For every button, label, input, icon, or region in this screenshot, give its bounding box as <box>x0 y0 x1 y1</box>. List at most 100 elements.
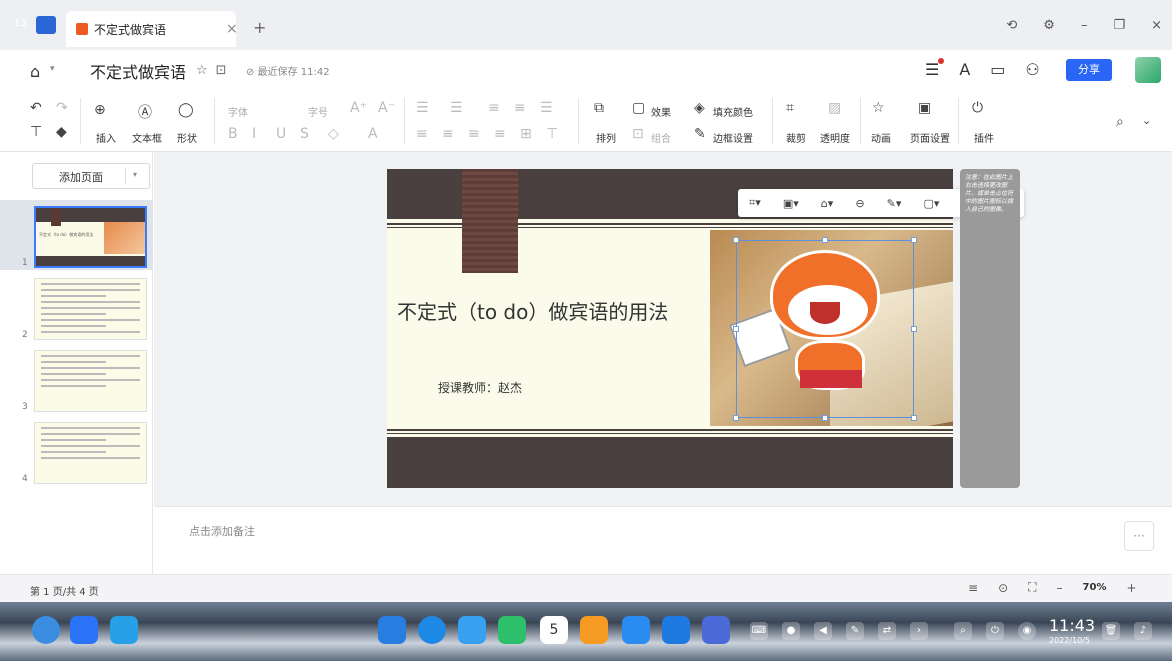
share-button[interactable]: 分享 <box>1066 59 1112 81</box>
app-logo-icon[interactable] <box>36 16 56 34</box>
selection-box[interactable] <box>733 237 917 421</box>
font-color-icon[interactable]: A <box>368 126 378 142</box>
align-center-icon[interactable]: ≡ <box>442 126 454 142</box>
border-icon[interactable]: ✎▾ <box>887 197 902 210</box>
indent-decrease-icon[interactable]: ≡ <box>488 100 500 116</box>
distribute-icon[interactable]: ⊞ <box>520 126 532 142</box>
minimize-icon[interactable]: – <box>1081 18 1088 33</box>
search-icon[interactable]: ⌕ <box>1116 114 1124 130</box>
notes-placeholder[interactable]: 点击添加备注 <box>189 523 255 539</box>
trash-icon[interactable]: 🗑 <box>1102 622 1120 640</box>
browser-icon[interactable] <box>418 616 446 644</box>
close-window-icon[interactable]: × <box>1151 18 1162 33</box>
fill-color-button[interactable]: 填充颜色 <box>713 104 753 119</box>
resize-handle[interactable] <box>822 415 828 421</box>
justify-icon[interactable]: ≡ <box>494 126 506 142</box>
clock-date[interactable]: 2022/10/5 <box>1049 636 1090 645</box>
more-options-button[interactable]: ··· <box>1124 521 1154 551</box>
effect-button[interactable]: 效果 <box>651 104 671 119</box>
text-style-icon[interactable]: A <box>959 60 970 79</box>
font-size-select[interactable]: 字号 <box>308 104 328 119</box>
group-button[interactable]: 组合 <box>651 130 671 145</box>
expand-tray-icon[interactable]: › <box>910 622 928 640</box>
increase-font-icon[interactable]: A⁺ <box>350 100 367 116</box>
add-collaborator-icon[interactable]: ⚇ <box>1025 60 1039 79</box>
undo-icon[interactable]: ↶ <box>30 100 42 116</box>
settings-icon[interactable]: ⚙ <box>1043 18 1055 33</box>
plugin-icon[interactable]: ⏻ <box>972 100 983 116</box>
search-icon[interactable]: ⌕ <box>954 622 972 640</box>
strikethrough-icon[interactable]: S <box>300 126 309 142</box>
vertical-align-icon[interactable]: ⊤ <box>546 126 558 142</box>
file-manager-icon[interactable] <box>378 616 406 644</box>
align-left-icon[interactable]: ≡ <box>416 126 428 142</box>
effect-icon[interactable]: ▢ <box>632 100 645 116</box>
bullet-list-icon[interactable]: ☰ <box>416 100 429 116</box>
present-icon[interactable]: ▭ <box>990 60 1005 79</box>
crop-icon[interactable]: ⌗▾ <box>749 196 761 210</box>
resize-handle[interactable] <box>733 237 739 243</box>
shape-icon[interactable]: ◯ <box>178 102 194 118</box>
settings-icon[interactable] <box>622 616 650 644</box>
bold-icon[interactable]: B <box>228 126 238 142</box>
resize-handle[interactable] <box>733 415 739 421</box>
image-viewer-icon[interactable] <box>458 616 486 644</box>
pin-app-icon[interactable] <box>662 616 690 644</box>
calendar-icon[interactable]: 5 <box>540 616 568 644</box>
assistant-icon[interactable]: ◉ <box>1018 622 1036 640</box>
notes-toggle-icon[interactable]: ≡ <box>968 581 978 595</box>
document-title[interactable]: 不定式做宾语 <box>90 59 186 83</box>
thumbnail-row-3[interactable]: 3 <box>0 344 153 414</box>
replace-picture-icon[interactable]: ▣▾ <box>783 197 799 210</box>
fit-to-window-icon[interactable]: ⛶ <box>1028 580 1036 595</box>
insert-button[interactable]: 插入 <box>96 130 116 145</box>
slide-teacher[interactable]: 授课教师：赵杰 <box>438 379 522 396</box>
zoom-out-button[interactable]: – <box>1057 581 1063 595</box>
slide-thumbnail[interactable] <box>34 278 147 340</box>
indent-increase-icon[interactable]: ≡ <box>514 100 526 116</box>
power-icon[interactable]: ⏻ <box>986 622 1004 640</box>
collapse-ribbon-icon[interactable]: ⌄ <box>1142 114 1151 127</box>
picture-frame-icon[interactable]: ⌂▾ <box>821 197 834 210</box>
fill-color-icon[interactable]: ◈ <box>694 100 705 116</box>
textbox-button[interactable]: 文本框 <box>132 130 162 145</box>
italic-icon[interactable]: I <box>252 126 256 142</box>
zoom-in-button[interactable]: + <box>1126 581 1136 595</box>
crop-button[interactable]: 裁剪 <box>786 130 806 145</box>
launcher-icon[interactable] <box>32 616 60 644</box>
export-icon[interactable]: ⊡ <box>216 63 227 78</box>
border-icon[interactable]: ✎ <box>694 126 706 142</box>
star-icon[interactable]: ☆ <box>196 63 208 78</box>
slide-thumbnail[interactable] <box>34 350 147 412</box>
arrange-button[interactable]: 排列 <box>596 130 616 145</box>
plugin-button[interactable]: 插件 <box>974 130 994 145</box>
arrange-icon[interactable]: ⧉ <box>594 100 604 116</box>
transparency-button[interactable]: 透明度 <box>820 130 850 145</box>
notification-bell-icon[interactable]: ♪ <box>1134 622 1152 640</box>
home-menu-caret-icon[interactable]: ▾ <box>50 64 55 74</box>
app-store-icon[interactable] <box>580 616 608 644</box>
underline-icon[interactable]: U <box>276 126 286 142</box>
zoom-level[interactable]: 70% <box>1083 582 1107 593</box>
slide-thumbnail[interactable] <box>34 422 147 484</box>
effect-icon[interactable]: ▢▾ <box>923 197 939 210</box>
thumbnail-row-2[interactable]: 2 <box>0 272 153 342</box>
keyboard-icon[interactable]: ⌨ <box>750 622 768 640</box>
document-tab[interactable]: 不定式做宾语 × <box>66 11 238 47</box>
slide-title[interactable]: 不定式（to do）做宾语的用法 <box>397 296 668 325</box>
line-spacing-icon[interactable]: ☰ <box>540 100 553 116</box>
page-setup-button[interactable]: 页面设置 <box>910 130 950 145</box>
slide-thumbnail[interactable]: 不定式（to do）做宾语的用法 <box>34 206 147 268</box>
format-painter-icon[interactable]: ⊤ <box>30 124 42 140</box>
resize-handle[interactable] <box>733 326 739 332</box>
insert-icon[interactable]: ⊕ <box>94 102 106 118</box>
thumbnail-row-4[interactable]: 4 <box>0 416 153 486</box>
music-icon[interactable] <box>498 616 526 644</box>
animation-button[interactable]: 动画 <box>871 130 891 145</box>
add-page-caret-icon[interactable]: ▾ <box>133 170 137 179</box>
shape-button[interactable]: 形状 <box>177 130 197 145</box>
transparency-icon[interactable]: ▨ <box>828 100 841 116</box>
resize-handle[interactable] <box>911 237 917 243</box>
redo-icon[interactable]: ↷ <box>56 100 68 116</box>
decrease-font-icon[interactable]: A⁻ <box>378 100 395 116</box>
